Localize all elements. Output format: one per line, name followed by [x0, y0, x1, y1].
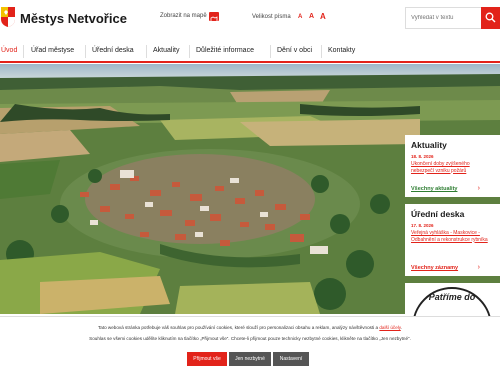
- search-input[interactable]: [405, 7, 482, 29]
- nav-item-aktuality[interactable]: Aktuality: [153, 47, 179, 54]
- uredni-deska-panel: Úřední deska 17. 8. 2026 Veřejná vyhlášk…: [405, 204, 500, 276]
- cookie-consent-bar: Tato webová stránka potřebuje váš souhla…: [0, 316, 500, 375]
- map-link[interactable]: Zobrazit na mapě: [160, 13, 207, 19]
- nav-item-uredni-deska[interactable]: Úřední deska: [92, 47, 134, 54]
- aktuality-article-link[interactable]: Ukončení doby zvýšeného nebezpečí vzniku…: [411, 161, 494, 174]
- nav-separator: [270, 45, 271, 58]
- all-records-link[interactable]: Všechny záznamy: [411, 265, 458, 271]
- uredni-deska-date: 17. 8. 2026: [411, 223, 434, 228]
- aktuality-panel: Aktuality 18. 8. 2026 Ukončení doby zvýš…: [405, 135, 500, 197]
- font-size-small-button[interactable]: A: [298, 14, 302, 20]
- necessary-cookies-button[interactable]: Jen nezbytné: [229, 352, 271, 366]
- font-size-medium-button[interactable]: A: [309, 13, 314, 20]
- badge-text: Patříme do: [428, 292, 476, 302]
- cookie-text-line1-body: Tato webová stránka potřebuje váš souhla…: [97, 325, 379, 330]
- all-news-link[interactable]: Všechny aktuality: [411, 186, 457, 192]
- cookie-settings-button[interactable]: Nastavení: [273, 352, 309, 366]
- chevron-right-icon[interactable]: ›: [478, 185, 480, 192]
- cookie-text-line2: Souhlas se všemi cookies udělíte kliknut…: [89, 336, 411, 341]
- map-icon[interactable]: [209, 12, 219, 25]
- nav-separator: [23, 45, 24, 58]
- nav-item-uvod[interactable]: Úvod: [1, 47, 17, 54]
- cookie-text-line1: Tato webová stránka potřebuje váš souhla…: [97, 325, 403, 330]
- uredni-deska-title[interactable]: Úřední deska: [411, 209, 494, 219]
- nav-item-kontakty[interactable]: Kontakty: [328, 47, 355, 54]
- uredni-deska-notice-link[interactable]: Veřejná vyhláška - Maskovice - Odbahnění…: [411, 230, 494, 243]
- main-navigation: Úvod Úřad městyse Úřední deska Aktuality…: [0, 41, 500, 63]
- nav-item-deni-v-obci[interactable]: Dění v obci: [277, 47, 312, 54]
- aktuality-date: 18. 8. 2026: [411, 154, 434, 159]
- aktuality-title[interactable]: Aktuality: [411, 140, 494, 150]
- font-size-label: Velikost písma: [252, 14, 291, 20]
- font-size-large-button[interactable]: A: [320, 12, 326, 21]
- search-icon: [485, 12, 496, 23]
- nav-separator: [189, 45, 190, 58]
- cookie-more-info-link[interactable]: další účely: [379, 325, 400, 330]
- coat-of-arms-logo[interactable]: [1, 7, 15, 27]
- nav-separator: [321, 45, 322, 58]
- chevron-right-icon[interactable]: ›: [478, 264, 480, 271]
- accept-all-cookies-button[interactable]: Přijmout vše: [187, 352, 227, 366]
- site-header: Městys Netvořice Zobrazit na mapě Veliko…: [0, 0, 500, 37]
- nav-separator: [85, 45, 86, 58]
- site-title[interactable]: Městys Netvořice: [20, 11, 127, 26]
- nav-separator: [146, 45, 147, 58]
- search-button[interactable]: [481, 7, 500, 29]
- nav-item-dulezite-informace[interactable]: Důležité informace: [196, 47, 254, 54]
- nav-item-urad-mestyse[interactable]: Úřad městyse: [31, 47, 74, 54]
